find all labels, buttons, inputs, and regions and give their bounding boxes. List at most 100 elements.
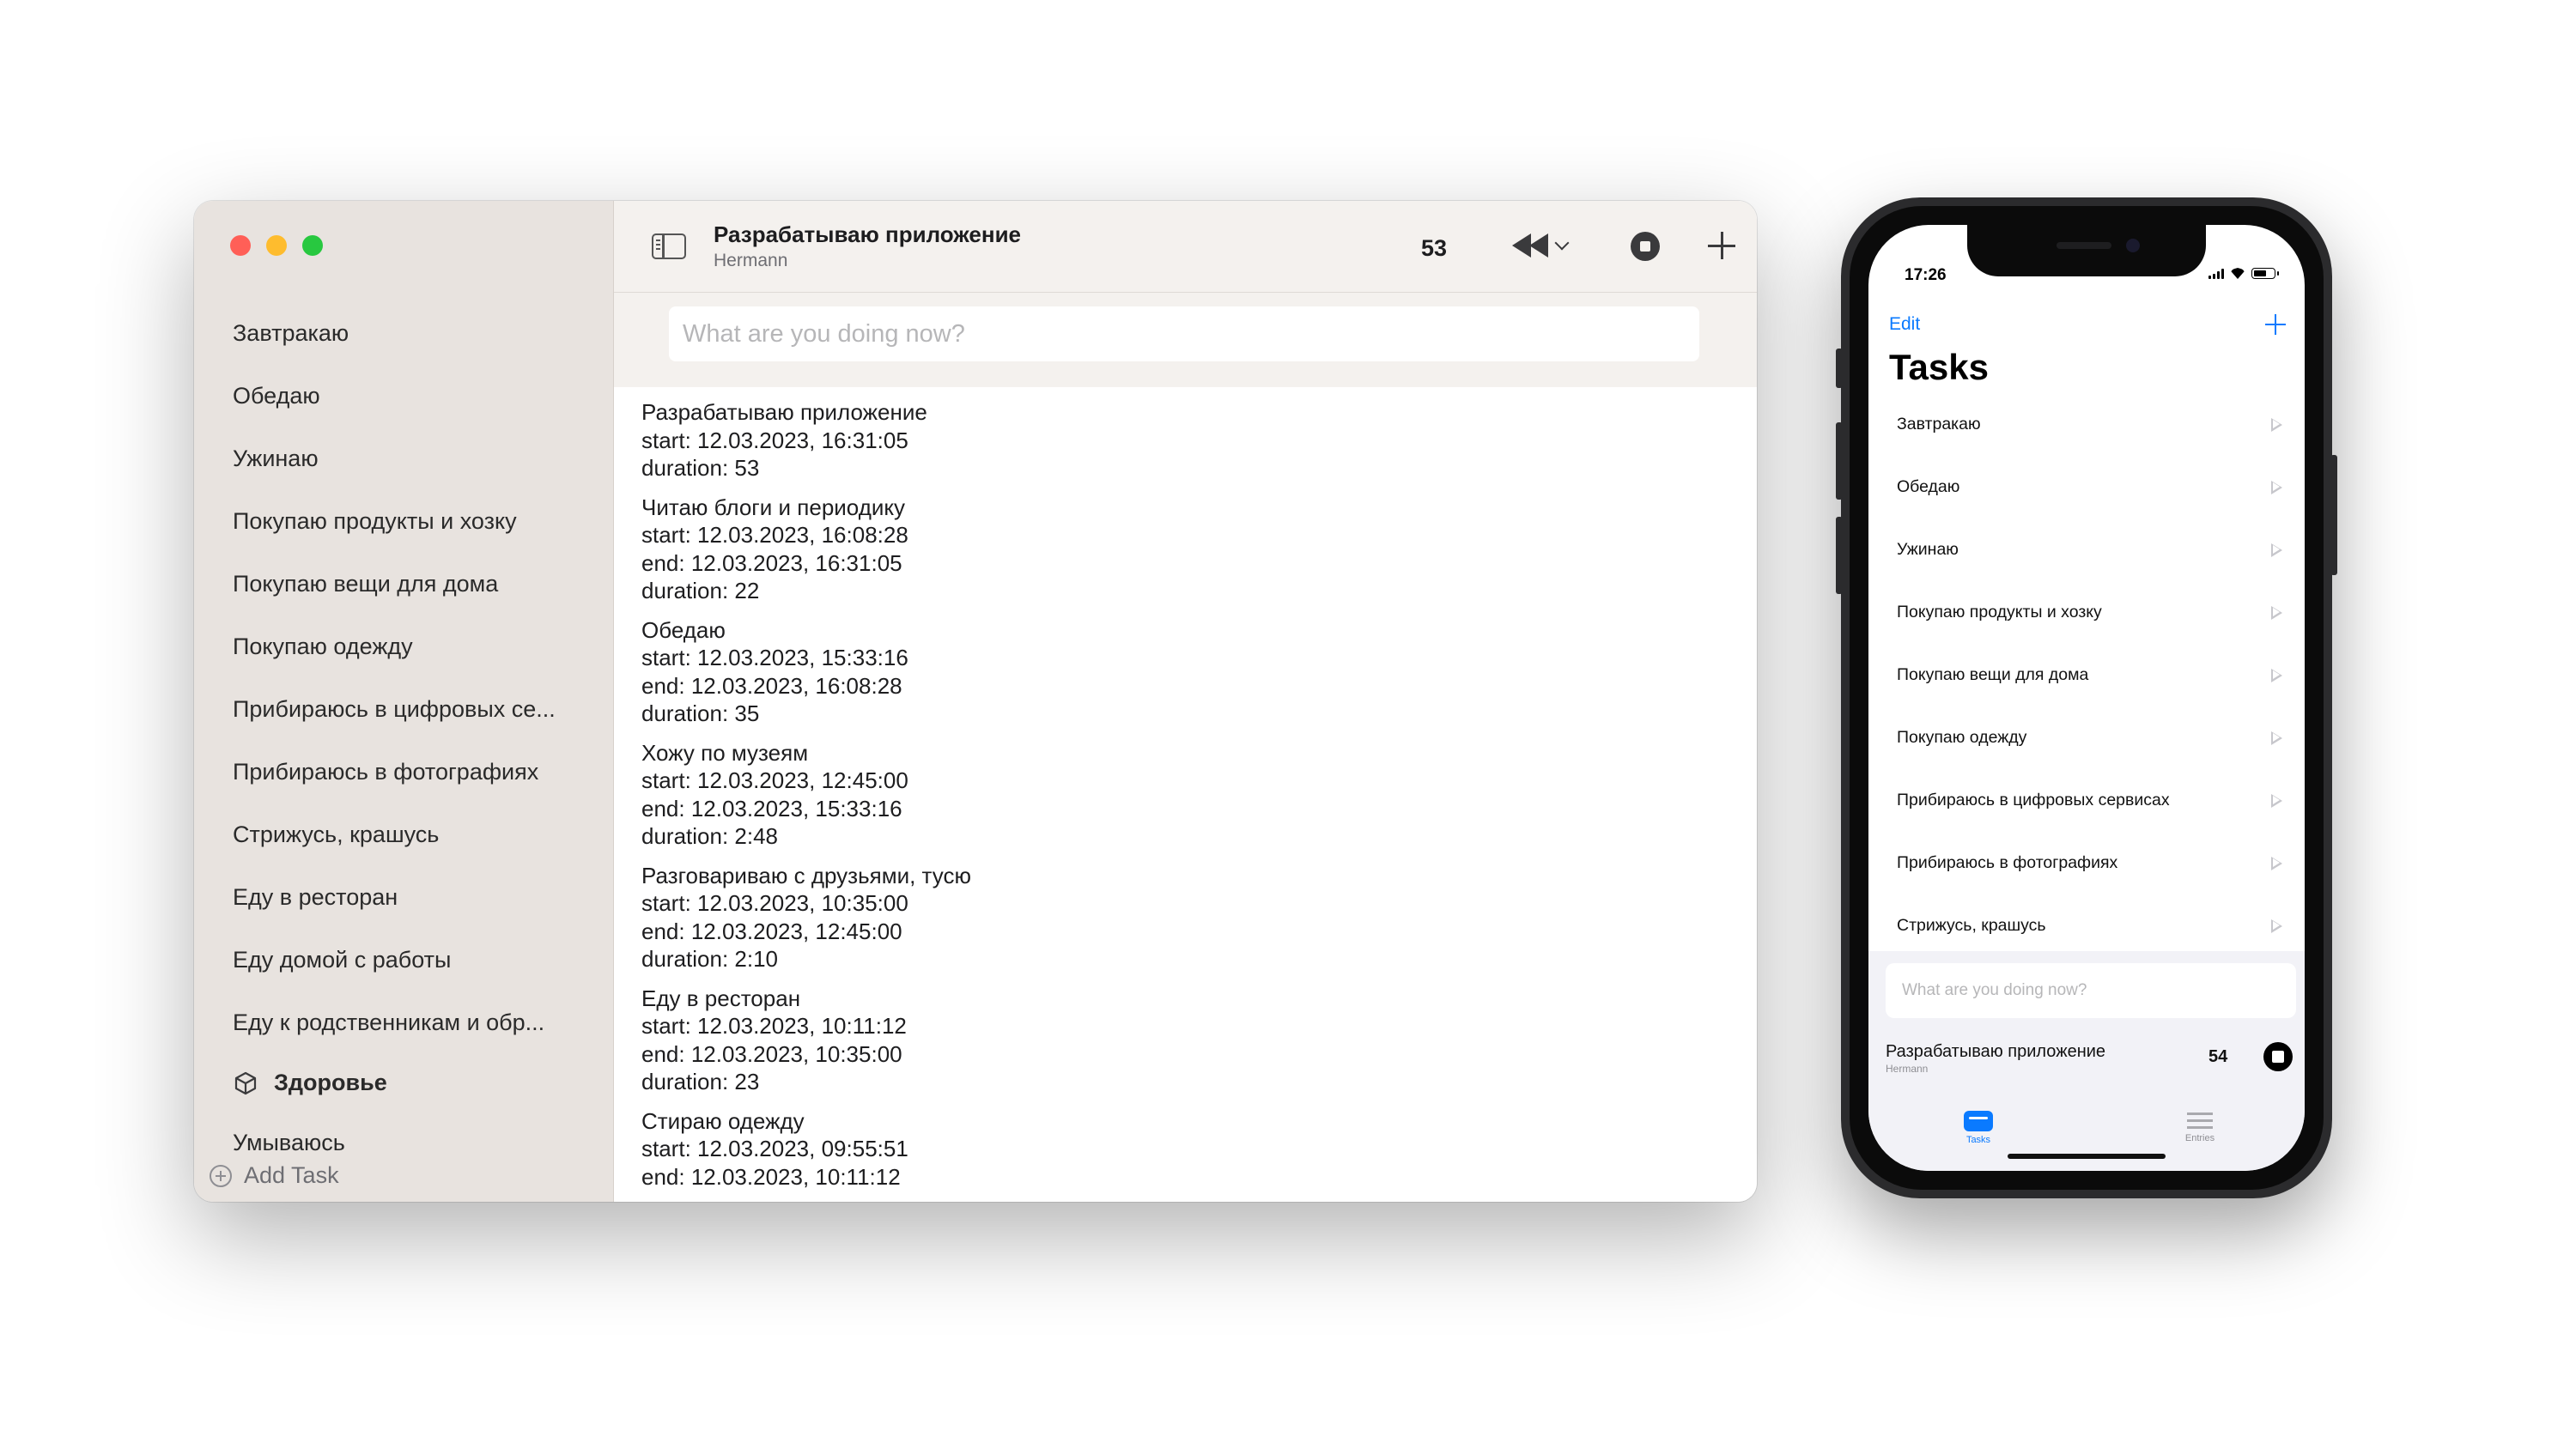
- close-window-button[interactable]: [230, 235, 251, 256]
- list-item[interactable]: Покупаю одежду: [1868, 706, 2305, 769]
- play-icon[interactable]: [2271, 605, 2282, 620]
- activity-input[interactable]: [669, 306, 1699, 361]
- entry-end: end: 12.03.2023, 12:45:00: [641, 918, 902, 944]
- stop-button[interactable]: [2263, 1042, 2293, 1071]
- sidebar-item[interactable]: Завтракаю: [194, 302, 576, 365]
- phone-screen: 17:26 Edit Tasks Завтракаю Обедаю Ужинаю…: [1868, 225, 2305, 1171]
- play-icon[interactable]: [2271, 480, 2282, 494]
- side-button: [2330, 455, 2337, 575]
- play-icon[interactable]: [2271, 793, 2282, 808]
- zoom-window-button[interactable]: [302, 235, 323, 256]
- play-icon[interactable]: [2271, 668, 2282, 682]
- entry-duration: duration: 2:48: [641, 823, 779, 849]
- log-entry: Стираю одежду start: 12.03.2023, 09:55:5…: [641, 1107, 1757, 1191]
- sidebar-item[interactable]: Прибираюсь в цифровых се...: [194, 678, 576, 741]
- toolbar: Разрабатываю приложение Hermann 53: [614, 201, 1757, 293]
- sidebar-item[interactable]: Ужинаю: [194, 427, 576, 490]
- list-item[interactable]: Стрижусь, крашусь: [1868, 894, 2305, 957]
- minimize-window-button[interactable]: [266, 235, 287, 256]
- task-label: Ужинаю: [1897, 540, 1959, 559]
- entry-title: Разрабатываю приложение: [641, 399, 927, 425]
- task-label: Прибираюсь в цифровых сервисах: [1897, 791, 2170, 809]
- entry-title: Хожу по музеям: [641, 739, 809, 766]
- list-item[interactable]: Покупаю вещи для дома: [1868, 644, 2305, 706]
- entry-end: end: 12.03.2023, 16:31:05: [641, 549, 902, 576]
- current-task-title: Разрабатываю приложение: [1886, 1042, 2106, 1061]
- notch: [1967, 225, 2206, 276]
- entry-title: Разговариваю с друзьями, тусю: [641, 862, 971, 888]
- edit-button[interactable]: Edit: [1889, 314, 1920, 335]
- main-pane: Разрабатываю приложение Hermann 53 Разра…: [614, 201, 1757, 1202]
- sidebar-item[interactable]: Покупаю продукты и хозку: [194, 490, 576, 553]
- list-item[interactable]: Обедаю: [1868, 456, 2305, 518]
- section-title: Здоровье: [274, 1070, 387, 1095]
- entry-duration: duration: 22: [641, 578, 760, 603]
- mac-window: Завтракаю Обедаю Ужинаю Покупаю продукты…: [194, 201, 1757, 1202]
- list-item[interactable]: Прибираюсь в фотографиях: [1868, 832, 2305, 894]
- add-task-label: Add Task: [244, 1162, 339, 1188]
- volume-down-button: [1836, 517, 1843, 594]
- entries-log: Разрабатываю приложение start: 12.03.202…: [641, 398, 1757, 1202]
- list-item[interactable]: Покупаю продукты и хозку: [1868, 581, 2305, 644]
- entry-title: Стираю одежду: [641, 1107, 805, 1134]
- tab-tasks[interactable]: Tasks: [1944, 1111, 2013, 1145]
- play-icon[interactable]: [2271, 856, 2282, 870]
- sidebar-item[interactable]: Стрижусь, крашусь: [194, 803, 576, 866]
- entry-duration: duration: 2:10: [641, 946, 779, 972]
- play-icon[interactable]: [2271, 417, 2282, 432]
- entry-title: Обедаю: [641, 616, 726, 643]
- task-label: Покупаю вещи для дома: [1897, 665, 2089, 684]
- sidebar-item[interactable]: Умываюсь: [233, 1130, 345, 1156]
- entry-start: start: 12.03.2023, 12:45:00: [641, 767, 908, 793]
- camera-icon: [2126, 239, 2140, 252]
- sidebar-item[interactable]: Покупаю вещи для дома: [194, 553, 576, 615]
- sidebar-item[interactable]: Еду домой с работы: [194, 929, 576, 991]
- task-label: Прибираюсь в фотографиях: [1897, 853, 2118, 872]
- status-icons: [2208, 268, 2279, 279]
- sidebar-toggle-icon[interactable]: [652, 233, 686, 259]
- list-item[interactable]: Прибираюсь в цифровых сервисах: [1868, 769, 2305, 832]
- sidebar-item[interactable]: Покупаю одежду: [194, 615, 576, 678]
- activity-input[interactable]: [1886, 963, 2296, 1018]
- window-controls: [230, 235, 323, 256]
- play-icon[interactable]: [2271, 731, 2282, 745]
- tray-icon: [1964, 1111, 1993, 1131]
- task-list: Завтракаю Обедаю Ужинаю Покупаю продукты…: [1868, 393, 2305, 957]
- signal-icon: [2208, 269, 2224, 279]
- stop-button[interactable]: [1631, 232, 1660, 261]
- elapsed-counter: 53: [1421, 235, 1448, 261]
- add-icon[interactable]: [2265, 314, 2286, 335]
- add-icon[interactable]: [1708, 232, 1735, 259]
- entry-start: start: 12.03.2023, 10:35:00: [641, 890, 908, 916]
- sidebar-item[interactable]: Обедаю: [194, 365, 576, 427]
- entry-title: Еду в ресторан: [641, 985, 801, 1011]
- entry-start: start: 12.03.2023, 15:33:16: [641, 645, 908, 670]
- sidebar-item[interactable]: Прибираюсь в фотографиях: [194, 741, 576, 803]
- entry-duration: duration: 53: [641, 455, 760, 481]
- task-label: Покупаю продукты и хозку: [1897, 603, 2102, 621]
- wifi-icon: [2230, 268, 2245, 279]
- cube-icon: [234, 1071, 257, 1094]
- bottom-panel: Разрабатываю приложение Hermann 54 Tasks…: [1868, 951, 2305, 1171]
- sidebar-item[interactable]: Еду к родственникам и обр...: [194, 991, 576, 1054]
- battery-icon: [2251, 268, 2279, 279]
- volume-up-button: [1836, 422, 1843, 500]
- tab-label: Entries: [2184, 1133, 2215, 1143]
- home-indicator[interactable]: [2008, 1154, 2166, 1159]
- entry-start: start: 12.03.2023, 09:55:51: [641, 1136, 908, 1161]
- rewind-icon: [1529, 233, 1548, 258]
- play-icon[interactable]: [2271, 919, 2282, 933]
- rewind-menu-button[interactable]: [1512, 233, 1570, 258]
- add-circle-icon: [210, 1164, 232, 1187]
- log-entry: Разрабатываю приложение start: 12.03.202…: [641, 398, 1757, 482]
- mute-switch: [1836, 349, 1843, 388]
- play-icon[interactable]: [2271, 543, 2282, 557]
- list-item[interactable]: Ужинаю: [1868, 518, 2305, 581]
- list-item[interactable]: Завтракаю: [1868, 393, 2305, 456]
- sidebar-item[interactable]: Еду в ресторан: [194, 866, 576, 929]
- elapsed-counter: 54: [2208, 1047, 2228, 1066]
- tab-entries[interactable]: Entries: [2166, 1111, 2234, 1143]
- sidebar-section-health[interactable]: Здоровье: [233, 1070, 387, 1096]
- page-title: Tasks: [1889, 347, 1989, 387]
- add-task-button[interactable]: Add Task: [210, 1162, 339, 1189]
